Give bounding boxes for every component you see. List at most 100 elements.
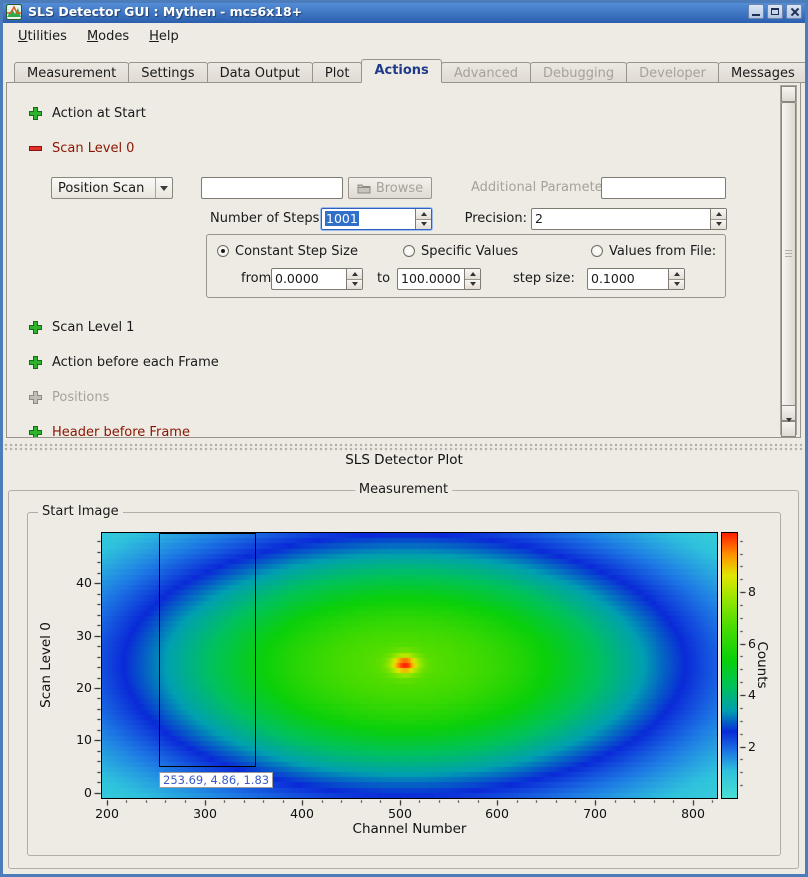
radio-values-from-file[interactable]: Values from File: <box>591 243 716 259</box>
menu-modes[interactable]: Modes <box>78 26 138 47</box>
window-title: SLS Detector GUI : Mythen - mcs6x18+ <box>28 4 748 19</box>
spin-up-icon[interactable] <box>416 209 431 220</box>
menu-utilities[interactable]: Utilities <box>9 26 76 47</box>
action-before-frame-label: Action before each Frame <box>52 355 219 370</box>
to-value: 100.0000 <box>398 269 464 289</box>
spin-down-icon[interactable] <box>416 220 431 230</box>
scroll-up-button[interactable] <box>781 86 796 102</box>
spin-buttons[interactable] <box>346 269 362 289</box>
expand-plus-icon-disabled <box>29 391 42 404</box>
constant-step-label: Constant Step Size <box>235 244 358 259</box>
values-from-file-label: Values from File: <box>609 244 716 259</box>
action-at-start-row[interactable]: Action at Start <box>29 105 146 121</box>
scan-script-input[interactable] <box>201 177 343 199</box>
plot-widget[interactable]: Channel Number Scan Level 0 Counts 253.6… <box>28 513 780 855</box>
splitter-handle[interactable] <box>4 443 804 452</box>
to-spinbox[interactable]: 100.0000 <box>397 268 481 290</box>
tab-data-output[interactable]: Data Output <box>207 62 313 83</box>
precision-value: 2 <box>532 209 710 229</box>
additional-parameter-input[interactable] <box>601 177 726 199</box>
start-image-group: Start Image Channel Number Scan Level 0 … <box>27 512 781 856</box>
minimize-button[interactable] <box>748 4 764 19</box>
radio-off-icon <box>403 245 415 257</box>
folder-icon <box>357 182 371 194</box>
radio-off-icon <box>591 245 603 257</box>
x-tick-label: 300 <box>185 806 225 821</box>
scroll-down-button[interactable] <box>781 421 796 437</box>
y-tick-label: 20 <box>66 680 92 695</box>
num-steps-label: Number of Steps: <box>210 208 320 230</box>
spin-buttons[interactable] <box>710 209 726 229</box>
specific-values-label: Specific Values <box>421 244 518 259</box>
vertical-scrollbar[interactable] <box>780 85 797 435</box>
y-tick-label: 30 <box>66 628 92 643</box>
y-axis-title: Scan Level 0 <box>38 610 54 720</box>
spin-down-icon[interactable] <box>669 280 684 290</box>
action-before-frame-row[interactable]: Action before each Frame <box>29 354 219 370</box>
cursor-readout: 253.69, 4.86, 1.83 <box>159 772 273 788</box>
scan-level-0-label: Scan Level 0 <box>52 141 134 156</box>
spin-buttons[interactable] <box>668 269 684 289</box>
spin-up-icon[interactable] <box>465 269 480 280</box>
scan-level-0-row[interactable]: Scan Level 0 <box>29 140 134 156</box>
spin-down-icon[interactable] <box>347 280 362 290</box>
menu-help[interactable]: Help <box>140 26 188 47</box>
spin-buttons[interactable] <box>415 209 431 229</box>
tab-actions[interactable]: Actions <box>361 59 441 83</box>
arrow-down-icon <box>786 422 792 437</box>
spin-up-icon[interactable] <box>711 209 726 220</box>
browse-button[interactable]: Browse <box>348 177 432 199</box>
from-spinbox[interactable]: 0.0000 <box>271 268 363 290</box>
y-tick-label: 40 <box>66 575 92 590</box>
scan-level-1-row[interactable]: Scan Level 1 <box>29 319 134 335</box>
header-before-frame-row[interactable]: Header before Frame <box>29 424 190 438</box>
y-tick-label: 10 <box>66 732 92 747</box>
x-tick-label: 700 <box>575 806 615 821</box>
minimize-icon <box>752 14 760 16</box>
spin-down-icon[interactable] <box>711 220 726 230</box>
positions-row: Positions <box>29 389 109 405</box>
colorbar-tick-label: 4 <box>748 687 756 702</box>
tab-measurement[interactable]: Measurement <box>14 62 129 83</box>
tab-messages[interactable]: Messages <box>718 62 808 83</box>
maximize-button[interactable] <box>767 4 783 19</box>
num-steps-value: 1001 <box>325 211 359 226</box>
spin-up-icon[interactable] <box>669 269 684 280</box>
actions-tab-panel: Action at Start Scan Level 0 Position Sc… <box>6 82 801 438</box>
radio-constant-step-size[interactable]: Constant Step Size <box>217 243 358 259</box>
spin-up-icon[interactable] <box>347 269 362 280</box>
tab-plot[interactable]: Plot <box>312 62 363 83</box>
menubar: UtilitiesModesHelp <box>3 23 805 50</box>
tab-developer: Developer <box>626 62 719 83</box>
scan-mode-combo[interactable]: Position Scan <box>51 177 173 199</box>
y-tick-label: 0 <box>66 785 92 800</box>
step-size-spinbox[interactable]: 0.1000 <box>587 268 685 290</box>
colorbar <box>721 532 738 799</box>
titlebar[interactable]: SLS Detector GUI : Mythen - mcs6x18+ <box>0 0 808 23</box>
spin-down-icon[interactable] <box>465 280 480 290</box>
x-tick-label: 500 <box>380 806 420 821</box>
maximize-icon <box>771 8 779 15</box>
spin-buttons[interactable] <box>464 269 480 289</box>
zoom-selection-rect <box>159 533 256 767</box>
x-tick-label: 800 <box>673 806 713 821</box>
step-mode-group: Constant Step Size Specific Values Value… <box>206 234 726 298</box>
measurement-group-title: Measurement <box>355 482 452 497</box>
scrollbar-thumb[interactable] <box>781 102 796 407</box>
header-before-frame-label: Header before Frame <box>52 425 190 439</box>
tab-settings[interactable]: Settings <box>128 62 207 83</box>
close-button[interactable] <box>786 4 802 19</box>
action-at-start-label: Action at Start <box>52 106 146 121</box>
colorbar-tick-label: 6 <box>748 636 756 651</box>
additional-parameter-label: Additional Parameter: <box>471 177 612 199</box>
expand-plus-icon <box>29 426 42 439</box>
radio-specific-values[interactable]: Specific Values <box>403 243 518 259</box>
collapse-minus-icon <box>29 142 42 155</box>
num-steps-spinbox[interactable]: 1001 <box>321 208 432 230</box>
tab-debugging: Debugging <box>530 62 627 83</box>
close-icon <box>790 7 799 16</box>
radio-on-icon <box>217 245 229 257</box>
plot-dock-title: SLS Detector Plot <box>0 452 808 468</box>
precision-spinbox[interactable]: 2 <box>531 208 727 230</box>
colorbar-tick-label: 2 <box>748 739 756 754</box>
